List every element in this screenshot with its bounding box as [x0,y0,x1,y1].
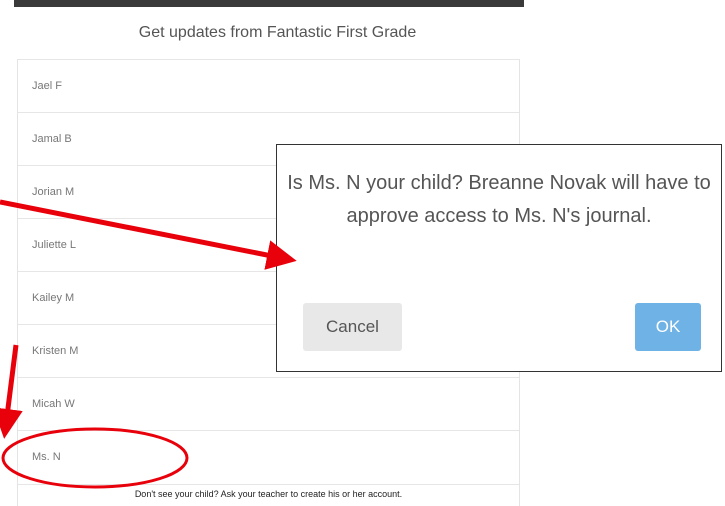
student-row-jael[interactable]: Jael F [18,59,519,112]
student-name: Juliette L [32,239,77,251]
cancel-button[interactable]: Cancel [303,303,402,351]
student-row-micah[interactable]: Micah W [18,377,519,430]
student-name: Micah W [32,398,75,410]
student-name: Jorian M [32,186,75,198]
student-name: Kristen M [32,345,79,357]
dialog-message: Is Ms. N your child? Breanne Novak will … [287,172,711,227]
student-name: Kailey M [32,292,75,304]
student-name: Jael F [32,80,62,92]
ok-button[interactable]: OK [635,303,701,351]
confirm-dialog: Is Ms. N your child? Breanne Novak will … [276,144,722,372]
annotation-arrow-to-ms-n [0,344,23,439]
student-name: Jamal B [32,133,72,145]
page-header: Get updates from Fantastic First Grade [138,24,417,41]
student-name: Ms. N [32,451,61,463]
footer-note: Don't see your child? Ask your teacher t… [18,484,519,506]
student-row-ms-n[interactable]: Ms. N [18,430,519,483]
top-bar [14,0,524,7]
